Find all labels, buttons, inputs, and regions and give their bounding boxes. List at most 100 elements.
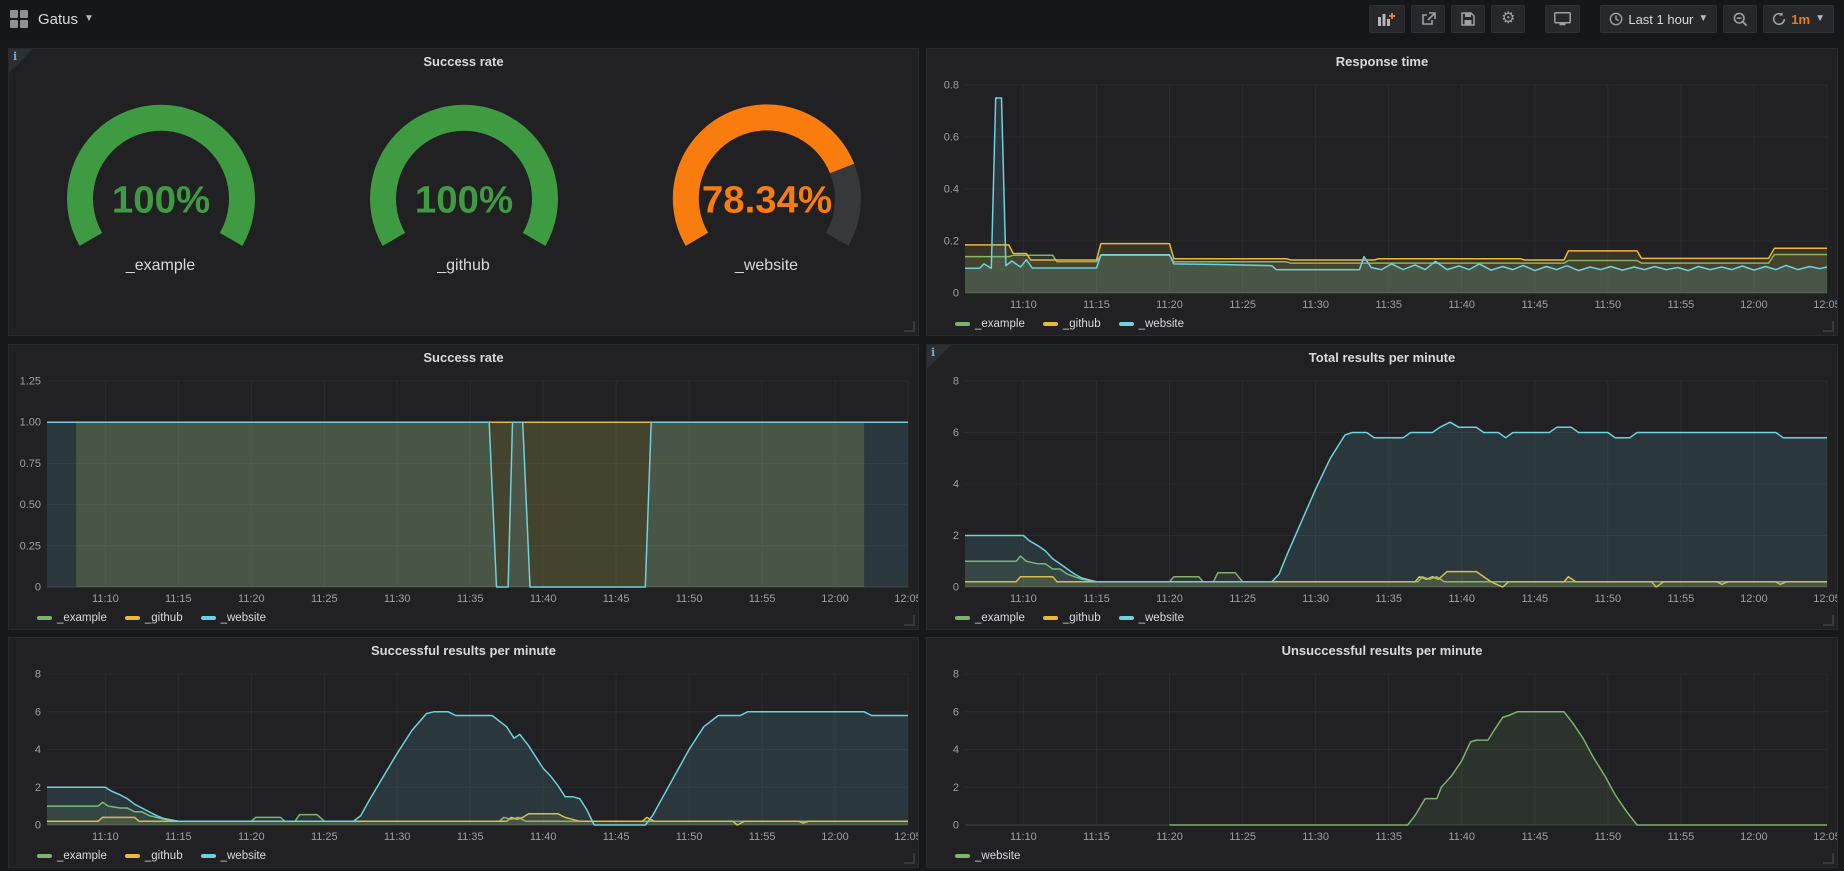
legend-item[interactable]: _website xyxy=(1119,318,1184,330)
y-axis-tick: 0 xyxy=(953,820,959,832)
panel-success-rate-series: Success rate 11:1011:1511:2011:2511:3011… xyxy=(8,344,919,630)
cycle-view-button[interactable] xyxy=(1545,5,1580,33)
share-button[interactable] xyxy=(1411,5,1445,33)
legend-series-dash xyxy=(37,616,52,620)
panel-title[interactable]: Response time xyxy=(927,49,1837,75)
y-axis-tick: 0.4 xyxy=(944,184,959,196)
legend-item[interactable]: _example xyxy=(37,612,107,624)
legend-item[interactable]: _github xyxy=(1043,318,1101,330)
legend-item[interactable]: _github xyxy=(125,612,183,624)
x-axis-tick: 11:10 xyxy=(92,593,119,605)
zoom-out-button[interactable] xyxy=(1723,5,1757,33)
dashboard-title-dropdown[interactable]: Gatus ▼ xyxy=(38,11,94,28)
y-axis-tick: 0 xyxy=(35,582,41,594)
x-axis-tick: 11:20 xyxy=(1156,831,1183,843)
resize-handle[interactable] xyxy=(1823,615,1834,626)
save-button[interactable] xyxy=(1451,5,1485,33)
legend-series-label: _github xyxy=(145,612,183,624)
legend-series-label: _website xyxy=(1139,318,1184,330)
x-axis-tick: 11:20 xyxy=(238,593,265,605)
legend-item[interactable]: _website xyxy=(201,850,266,862)
chart-plot-successful-results[interactable]: 11:1011:1511:2011:2511:3011:3511:4011:45… xyxy=(9,664,918,845)
caret-down-icon: ▼ xyxy=(1698,14,1708,24)
gauge-example: 100% _example xyxy=(9,75,312,275)
panel-successful-results: Successful results per minute 11:1011:15… xyxy=(8,637,919,868)
series-fill xyxy=(965,422,1827,587)
legend: _example _github _website xyxy=(9,607,918,629)
chart-canvas[interactable]: 11:1011:1511:2011:2511:3011:3511:4011:45… xyxy=(9,371,918,607)
legend-series-dash xyxy=(1119,616,1134,620)
chart-plot-response-time[interactable]: 11:1011:1511:2011:2511:3011:3511:4011:45… xyxy=(927,75,1837,313)
panel-total-results: i Total results per minute 11:1011:1511:… xyxy=(926,344,1838,630)
legend-series-label: _github xyxy=(1063,612,1101,624)
x-axis-tick: 11:10 xyxy=(1010,299,1037,311)
x-axis-tick: 11:25 xyxy=(1229,831,1256,843)
x-axis-tick: 12:00 xyxy=(1740,593,1768,605)
panel-title[interactable]: Total results per minute xyxy=(927,345,1837,371)
chart-canvas[interactable]: 11:1011:1511:2011:2511:3011:3511:4011:45… xyxy=(927,75,1837,313)
chart-canvas[interactable]: 11:1011:1511:2011:2511:3011:3511:4011:45… xyxy=(9,664,918,845)
panel-info-corner[interactable]: i xyxy=(927,345,951,369)
y-axis-tick: 8 xyxy=(35,669,41,681)
chart-canvas[interactable]: 11:1011:1511:2011:2511:3011:3511:4011:45… xyxy=(927,664,1837,845)
resize-handle[interactable] xyxy=(904,853,915,864)
resize-handle[interactable] xyxy=(1823,853,1834,864)
chart-plot-success-rate[interactable]: 11:1011:1511:2011:2511:3011:3511:4011:45… xyxy=(9,371,918,607)
add-panel-button[interactable] xyxy=(1369,5,1405,33)
resize-handle[interactable] xyxy=(904,615,915,626)
y-axis-tick: 1.00 xyxy=(20,417,41,429)
x-axis-tick: 11:45 xyxy=(1521,593,1548,605)
y-axis-tick: 4 xyxy=(953,479,959,491)
apps-grid-icon[interactable] xyxy=(10,10,28,28)
gauge-label: _github xyxy=(437,257,490,275)
chart-canvas[interactable]: 11:1011:1511:2011:2511:3011:3511:4011:45… xyxy=(927,371,1837,607)
legend-series-dash xyxy=(955,322,970,326)
legend-item[interactable]: _website xyxy=(955,850,1020,862)
info-icon: i xyxy=(13,50,17,63)
legend-item[interactable]: _website xyxy=(1119,612,1184,624)
legend-item[interactable]: _github xyxy=(1043,612,1101,624)
panel-info-corner[interactable]: i xyxy=(9,49,33,73)
legend-series-dash xyxy=(125,616,140,620)
legend-series-dash xyxy=(201,854,216,858)
legend-series-label: _example xyxy=(57,850,107,862)
x-axis-tick: 11:50 xyxy=(1594,299,1621,311)
settings-button[interactable]: ⚙ xyxy=(1491,5,1525,33)
panel-title[interactable]: Unsuccessful results per minute xyxy=(927,638,1837,664)
resize-handle[interactable] xyxy=(904,321,915,332)
info-icon: i xyxy=(931,346,935,359)
x-axis-tick: 11:50 xyxy=(1594,593,1621,605)
legend-item[interactable]: _example xyxy=(955,318,1025,330)
gauge-label: _example xyxy=(126,257,195,275)
x-axis-tick: 12:00 xyxy=(1740,831,1768,843)
y-axis-tick: 0.50 xyxy=(20,499,41,511)
legend: _example _github _website xyxy=(927,607,1837,629)
legend-item[interactable]: _github xyxy=(125,850,183,862)
legend-series-label: _website xyxy=(221,850,266,862)
x-axis-tick: 11:20 xyxy=(1156,299,1183,311)
legend-item[interactable]: _website xyxy=(201,612,266,624)
y-axis-tick: 0 xyxy=(35,820,41,832)
x-axis-tick: 11:30 xyxy=(384,831,411,843)
x-axis-tick: 11:10 xyxy=(1010,831,1037,843)
legend-item[interactable]: _example xyxy=(37,850,107,862)
y-axis-tick: 0 xyxy=(953,288,959,300)
navbar-left: Gatus ▼ xyxy=(10,10,94,28)
refresh-button[interactable]: 1m ▼ xyxy=(1763,5,1834,33)
x-axis-tick: 11:25 xyxy=(1229,299,1256,311)
time-range-button[interactable]: Last 1 hour ▼ xyxy=(1600,5,1717,33)
chart-plot-unsuccessful-results[interactable]: 11:1011:1511:2011:2511:3011:3511:4011:45… xyxy=(927,664,1837,845)
resize-handle[interactable] xyxy=(1823,321,1834,332)
x-axis-tick: 11:40 xyxy=(1448,299,1475,311)
x-axis-tick: 11:35 xyxy=(1375,299,1402,311)
panel-title[interactable]: Success rate xyxy=(9,345,918,371)
panel-title[interactable]: Successful results per minute xyxy=(9,638,918,664)
panel-title[interactable]: Success rate xyxy=(9,49,918,75)
legend-series-label: _example xyxy=(57,612,107,624)
chart-plot-total-results[interactable]: 11:1011:1511:2011:2511:3011:3511:4011:45… xyxy=(927,371,1837,607)
legend-item[interactable]: _example xyxy=(955,612,1025,624)
x-axis-tick: 11:20 xyxy=(238,831,265,843)
gear-icon: ⚙ xyxy=(1501,11,1515,27)
x-axis-tick: 11:15 xyxy=(1083,831,1110,843)
x-axis-tick: 11:30 xyxy=(1302,299,1329,311)
